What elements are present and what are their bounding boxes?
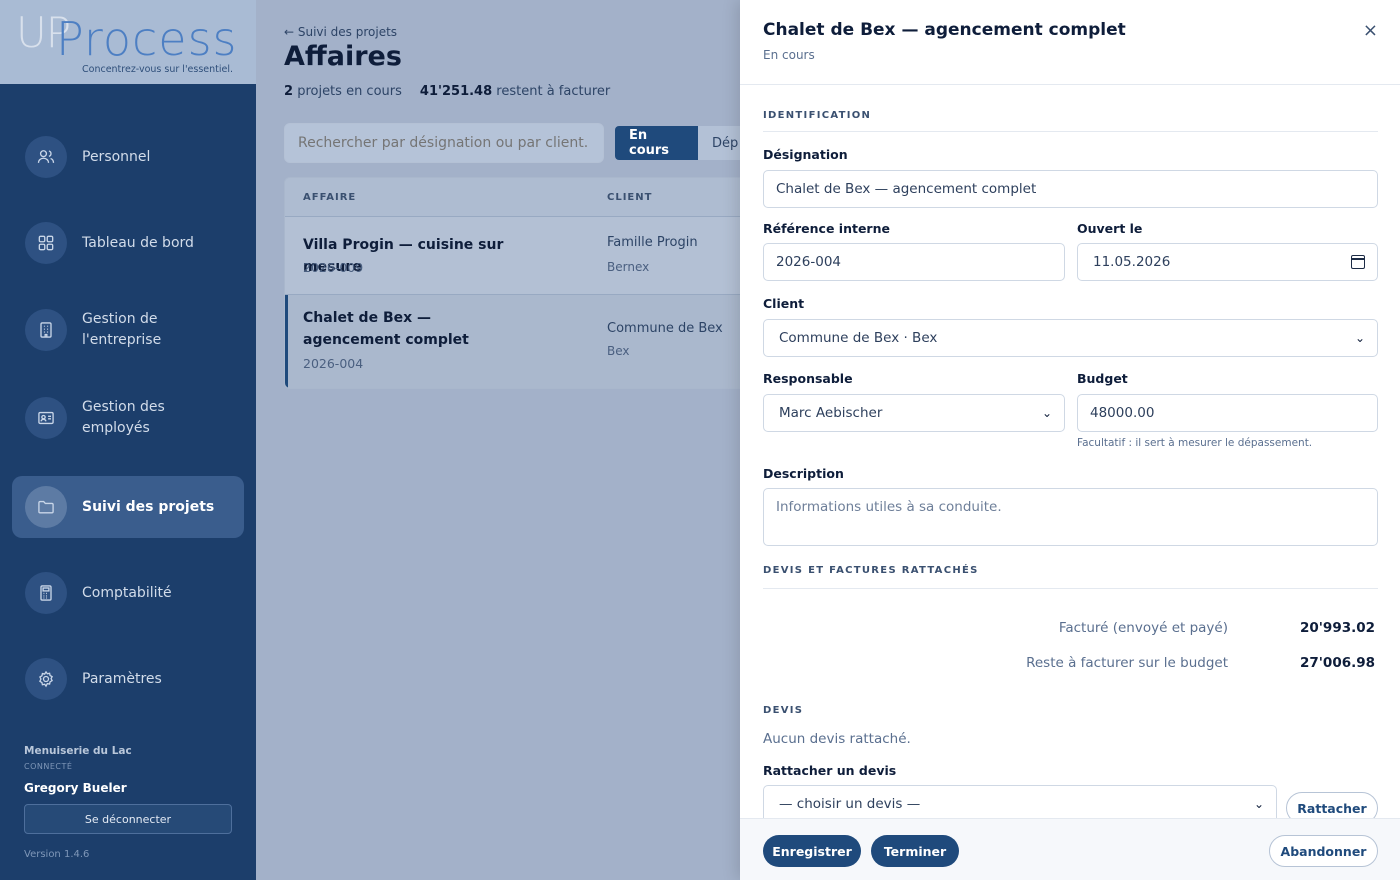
table-header: AFFAIRE CLIENT — [285, 178, 753, 217]
dashboard-grid-icon — [25, 222, 67, 264]
sidebar-item-label: Gestion de l'entreprise — [82, 311, 162, 348]
sidebar-item-label: Gestion des employés — [82, 399, 165, 436]
sidebar-item-label: Paramètres — [82, 670, 162, 687]
panel-title: Chalet de Bex — agencement complet — [763, 20, 1126, 40]
company-name: Menuiserie du Lac — [24, 745, 132, 757]
budget-field[interactable]: 48000.00 — [1077, 394, 1378, 432]
id-card-icon — [25, 397, 67, 439]
divider — [763, 588, 1378, 589]
sidebar-item-label: Personnel — [82, 148, 151, 165]
page-title: Affaires — [284, 41, 402, 72]
panel-footer: Enregistrer Terminer Abandonner — [740, 818, 1400, 880]
chevron-down-icon: ⌄ — [1354, 331, 1365, 345]
remaining-amount: 41'251.48 — [419, 84, 493, 99]
section-identification: IDENTIFICATION — [763, 110, 872, 121]
client-select-value: Commune de Bex · Bex — [779, 330, 938, 346]
remaining-amount-label: restent à facturer — [496, 84, 611, 99]
projects-table: AFFAIRE CLIENT Villa Progin — cuisine su… — [284, 177, 754, 389]
projects-count-label: projets en cours — [297, 84, 402, 99]
responsable-select-value: Marc Aebischer — [779, 405, 883, 421]
app-version: Version 1.4.6 — [24, 849, 90, 860]
table-row[interactable]: Villa Progin — cuisine sur mesure 2026-0… — [285, 217, 753, 295]
panel-header: Chalet de Bex — agencement complet En co… — [740, 0, 1400, 85]
logo-tagline: Concentrez-vous sur l'essentiel. — [82, 64, 234, 75]
logo-process: Process — [56, 12, 238, 66]
sidebar-item-accounting[interactable]: Comptabilité — [12, 562, 244, 624]
sidebar-item-settings[interactable]: Paramètres — [12, 648, 244, 710]
table-row[interactable]: Chalet de Bex — agencement complet 2026-… — [285, 295, 753, 388]
budget-label: Budget — [1077, 371, 1128, 386]
connection-status: CONNECTÉ — [24, 762, 73, 771]
sidebar-item-dashboard[interactable]: Tableau de bord — [12, 212, 244, 274]
breadcrumb-back-link[interactable]: ← Suivi des projets — [284, 25, 397, 39]
sidebar-item-projects[interactable]: Suivi des projets — [12, 476, 244, 538]
column-header-affaire[interactable]: AFFAIRE — [303, 192, 356, 203]
no-devis-text: Aucun devis rattaché. — [763, 731, 911, 747]
calendar-icon[interactable] — [1351, 255, 1365, 269]
row-city: Bex — [607, 344, 630, 358]
designation-field[interactable]: Chalet de Bex — agencement complet — [763, 170, 1378, 208]
folder-icon — [25, 486, 67, 528]
building-icon — [25, 309, 67, 351]
client-select[interactable]: Commune de Bex · Bex ⌄ — [763, 319, 1378, 357]
designation-label: Désignation — [763, 147, 848, 162]
row-ref: 2026-009 — [303, 260, 364, 275]
invoiced-label: Facturé (envoyé et payé) — [1058, 620, 1228, 636]
gear-icon — [25, 658, 67, 700]
description-textarea[interactable]: Informations utiles à sa conduite. — [763, 488, 1378, 546]
sidebar-item-label: Tableau de bord — [82, 234, 194, 251]
projects-count: 2 — [284, 84, 294, 99]
client-label: Client — [763, 296, 805, 311]
invoiced-value: 20'993.02 — [1300, 620, 1376, 636]
opened-date-field[interactable]: 11.05.2026 — [1077, 243, 1378, 281]
opened-date-value: 11.05.2026 — [1093, 254, 1171, 270]
close-icon[interactable]: × — [1363, 20, 1378, 41]
row-ref: 2026-004 — [303, 356, 364, 371]
finish-button[interactable]: Terminer — [871, 835, 959, 867]
ref-field[interactable]: 2026-004 — [763, 243, 1065, 281]
ref-label: Référence interne — [763, 221, 890, 236]
sidebar: UP Process Concentrez-vous sur l'essenti… — [0, 0, 256, 880]
project-detail-panel: Chalet de Bex — agencement complet En co… — [740, 0, 1400, 880]
section-devis: DEVIS — [763, 705, 804, 716]
description-label: Description — [763, 466, 844, 481]
opened-label: Ouvert le — [1077, 221, 1143, 236]
save-button[interactable]: Enregistrer — [763, 835, 861, 867]
row-title: Chalet de Bex — agencement complet — [303, 310, 469, 348]
chevron-down-icon: ⌄ — [1041, 406, 1052, 420]
section-attached: DEVIS ET FACTURES RATTACHÉS — [763, 565, 979, 576]
sidebar-item-personnel[interactable]: Personnel — [12, 126, 244, 188]
sidebar-item-label: Comptabilité — [82, 584, 172, 601]
cancel-button[interactable]: Abandonner — [1269, 835, 1378, 867]
sidebar-item-company[interactable]: Gestion de l'entreprise — [12, 299, 244, 361]
row-client: Famille Progin — [607, 235, 698, 250]
sidebar-item-employees[interactable]: Gestion des employés — [12, 387, 244, 449]
responsable-label: Responsable — [763, 371, 853, 386]
user-name: Gregory Bueler — [24, 781, 127, 795]
remaining-value: 27'006.98 — [1300, 655, 1376, 671]
logo: UP Process Concentrez-vous sur l'essenti… — [0, 0, 256, 84]
row-client: Commune de Bex — [607, 321, 723, 336]
calculator-icon — [25, 572, 67, 614]
chevron-down-icon: ⌄ — [1253, 797, 1264, 811]
column-header-client[interactable]: CLIENT — [607, 192, 652, 203]
search-input[interactable] — [284, 123, 604, 163]
panel-status: En cours — [763, 48, 815, 62]
remaining-label: Reste à facturer sur le budget — [1026, 655, 1228, 671]
logout-button[interactable]: Se déconnecter — [24, 804, 232, 834]
sidebar-item-label: Suivi des projets — [82, 498, 215, 515]
budget-hint: Facultatif : il sert à mesurer le dépass… — [1077, 437, 1313, 449]
filter-en-cours[interactable]: En cours — [615, 126, 698, 160]
row-city: Bernex — [607, 260, 650, 274]
devis-select-value: — choisir un devis — — [779, 796, 921, 812]
divider — [763, 131, 1378, 132]
attach-devis-label: Rattacher un devis — [763, 763, 897, 778]
projects-summary: 2 projets en cours 41'251.48 restent à fa… — [284, 84, 610, 99]
responsable-select[interactable]: Marc Aebischer ⌄ — [763, 394, 1065, 432]
users-icon — [25, 136, 67, 178]
